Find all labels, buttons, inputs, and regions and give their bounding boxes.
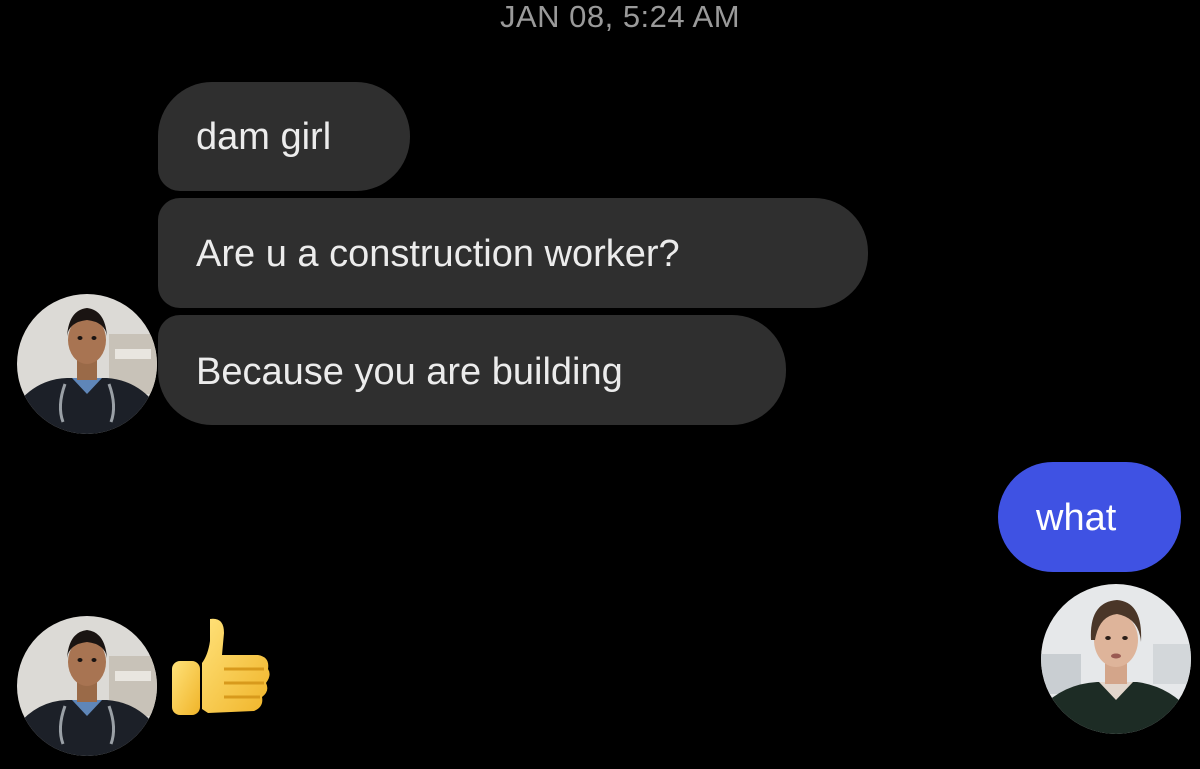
message-text: Because you are building <box>196 351 623 393</box>
avatar-photo <box>1041 584 1191 734</box>
message-timestamp: JAN 08, 5:24 AM <box>499 0 741 34</box>
message-text: Are u a construction worker? <box>196 233 680 275</box>
avatar-photo <box>17 616 157 756</box>
sender-avatar[interactable] <box>17 294 157 434</box>
thumbs-up-icon[interactable] <box>166 615 274 727</box>
avatar-photo <box>17 294 157 434</box>
user-avatar[interactable] <box>1041 584 1191 734</box>
message-text: what <box>1036 497 1117 539</box>
sent-message-bubble[interactable]: what <box>998 462 1181 572</box>
sender-avatar[interactable] <box>17 616 157 756</box>
thumbs-up-emoji <box>172 618 270 715</box>
received-message-bubble[interactable]: Because you are building <box>158 315 786 425</box>
received-message-bubble[interactable]: dam girl <box>158 82 410 191</box>
received-message-bubble[interactable]: Are u a construction worker? <box>158 198 868 308</box>
message-text: dam girl <box>196 116 332 158</box>
